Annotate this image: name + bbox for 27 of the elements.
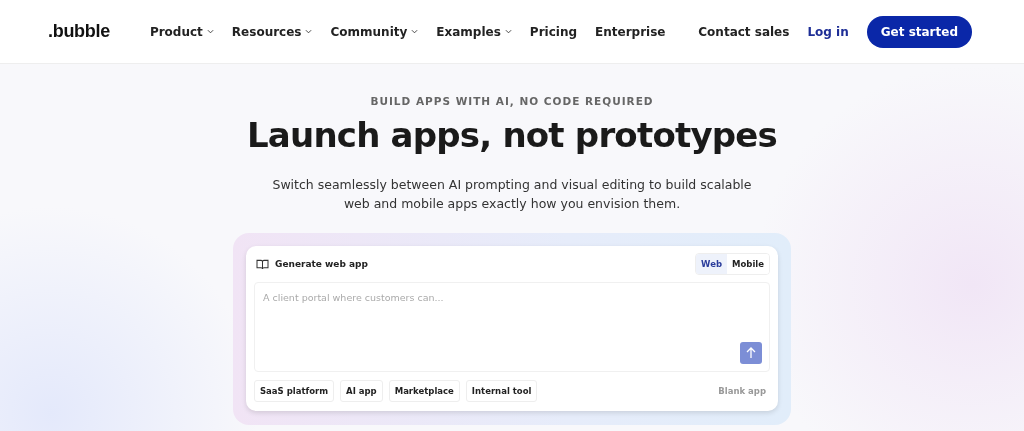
nav-link[interactable]: Log in — [807, 24, 849, 39]
mode-tab[interactable]: Web — [696, 254, 727, 274]
prompt-field[interactable]: A client portal where customers can... — [254, 282, 770, 372]
nav-link[interactable]: Pricing — [529, 24, 578, 39]
template-chip[interactable]: SaaS platform — [254, 380, 335, 402]
eyebrow-text: BUILD APPS WITH AI, NO CODE REQUIRED — [370, 95, 654, 107]
hero-subtitle: Switch seamlessly between AI prompting and visual editing to build scalable web and mobile apps exactly how you envision them. — [272, 176, 752, 213]
nav-link[interactable]: Resources — [231, 24, 313, 39]
nav-link[interactable]: Enterprise — [595, 24, 666, 39]
send-button[interactable] — [740, 342, 762, 364]
chevron-down-icon — [305, 29, 313, 34]
arrow-up-icon — [746, 347, 756, 359]
chevron-down-icon — [411, 29, 419, 34]
get-started-button[interactable]: Get started — [866, 15, 972, 48]
logo[interactable]: .bubble — [48, 21, 110, 42]
chevron-down-icon — [206, 29, 214, 34]
book-icon — [256, 258, 269, 270]
chevron-down-icon — [504, 29, 512, 34]
nav-link[interactable]: Examples — [436, 24, 512, 39]
nav-link[interactable]: Product — [149, 24, 214, 39]
generator-title: Generate web app — [275, 259, 368, 269]
template-chip[interactable]: AI app — [340, 380, 383, 402]
template-chip[interactable]: Marketplace — [388, 380, 460, 402]
hero-title: Launch apps, not prototypes — [247, 115, 777, 155]
nav-link[interactable]: Contact sales — [698, 24, 790, 39]
nav-link[interactable]: Community — [330, 24, 419, 39]
template-chip[interactable]: Internal tool — [465, 380, 538, 402]
